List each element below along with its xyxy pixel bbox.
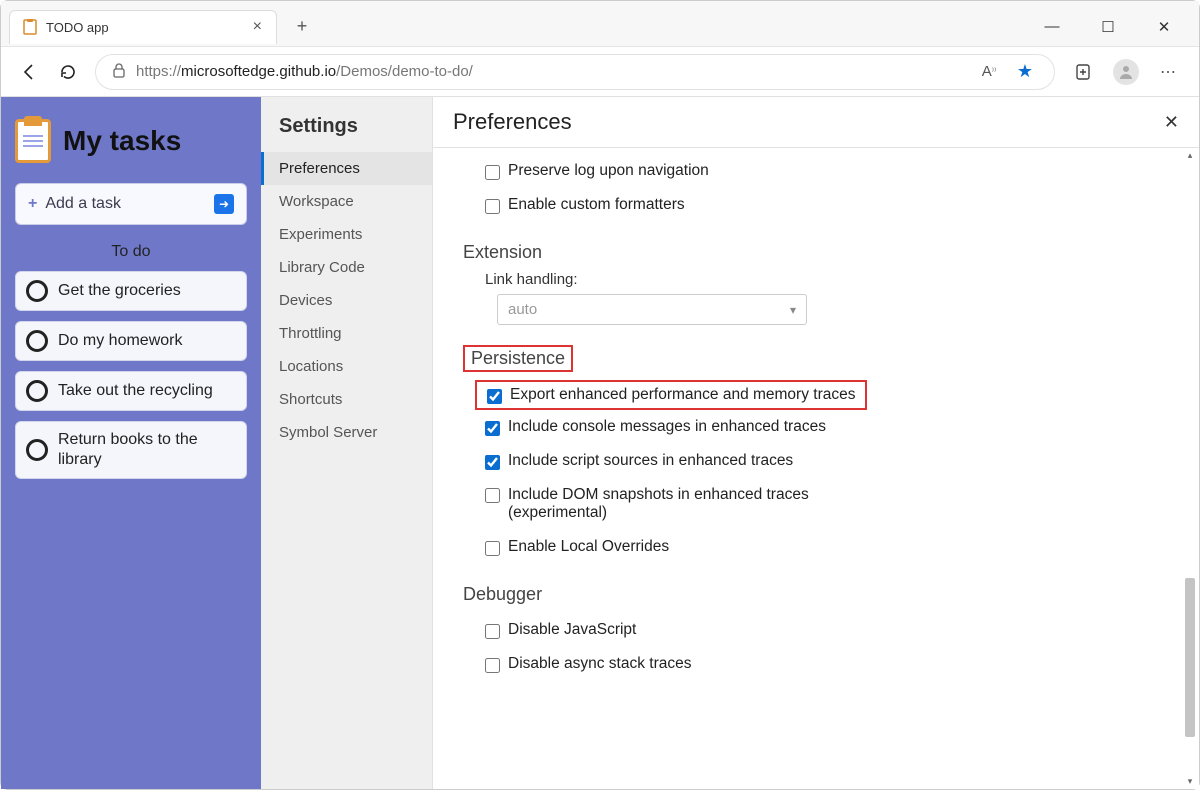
preferences-title: Preferences [453,109,572,135]
close-panel-button[interactable]: ✕ [1164,112,1179,133]
close-window-button[interactable]: ✕ [1149,18,1179,36]
address-bar[interactable]: https://microsoftedge.github.io/Demos/de… [95,54,1055,90]
task-circle-icon[interactable] [26,280,48,302]
tab-favicon-icon [22,19,38,35]
sidebar-item-symbol-server[interactable]: Symbol Server [261,416,432,449]
clipboard-icon [15,119,51,163]
section-extension: Extension [463,242,1169,263]
page-content: My tasks + Add a task ➜ To do Get the gr… [1,97,1199,789]
scroll-thumb[interactable] [1185,578,1195,737]
add-task-label: Add a task [45,195,121,213]
profile-avatar[interactable] [1113,59,1139,85]
browser-tab[interactable]: TODO app × [9,10,277,44]
read-aloud-icon[interactable]: A⁾⁾ [976,59,1002,85]
check-include-scripts[interactable]: Include script sources in enhanced trace… [463,444,1169,478]
url-text: https://microsoftedge.github.io/Demos/de… [136,63,473,80]
close-tab-icon[interactable]: × [251,18,264,36]
link-handling-label: Link handling: [485,271,1169,288]
tab-title: TODO app [46,20,243,35]
sidebar-item-experiments[interactable]: Experiments [261,218,432,251]
maximize-button[interactable]: ☐ [1093,18,1123,36]
sidebar-item-library-code[interactable]: Library Code [261,251,432,284]
task-item[interactable]: Get the groceries [15,271,247,311]
check-include-console[interactable]: Include console messages in enhanced tra… [463,410,1169,444]
add-task-input[interactable]: + Add a task ➜ [15,183,247,225]
favorite-star-icon[interactable]: ★ [1012,59,1038,85]
check-preserve-log[interactable]: Preserve log upon navigation [463,154,1169,188]
todo-heading: To do [15,243,247,261]
section-debugger: Debugger [463,584,1169,605]
task-item[interactable]: Take out the recycling [15,371,247,411]
sidebar-item-shortcuts[interactable]: Shortcuts [261,383,432,416]
check-local-overrides[interactable]: Enable Local Overrides [463,530,1169,564]
task-circle-icon[interactable] [26,439,48,461]
task-item[interactable]: Do my homework [15,321,247,361]
sidebar-item-devices[interactable]: Devices [261,284,432,317]
scroll-up-icon[interactable]: ▴ [1183,148,1197,162]
todo-app-pane: My tasks + Add a task ➜ To do Get the gr… [1,97,261,789]
link-handling-select[interactable]: auto ▾ [497,294,807,325]
back-button[interactable] [19,61,41,83]
minimize-button[interactable]: — [1037,18,1067,36]
task-item[interactable]: Return books to the library [15,421,247,479]
more-menu-icon[interactable]: ⋯ [1155,59,1181,85]
sidebar-item-workspace[interactable]: Workspace [261,185,432,218]
app-title: My tasks [63,125,181,157]
check-disable-js[interactable]: Disable JavaScript [463,613,1169,647]
new-tab-button[interactable]: + [287,12,317,42]
submit-arrow-icon[interactable]: ➜ [214,194,234,214]
check-disable-async-stack[interactable]: Disable async stack traces [463,647,1169,681]
collections-icon[interactable] [1071,59,1097,85]
section-persistence: Persistence [463,345,573,372]
refresh-button[interactable] [57,61,79,83]
settings-sidebar: Settings Preferences Workspace Experimen… [261,97,433,789]
chevron-down-icon: ▾ [790,303,796,317]
check-include-dom-snapshots[interactable]: Include DOM snapshots in enhanced traces… [463,478,1169,530]
browser-tab-bar: TODO app × + — ☐ ✕ [1,1,1199,47]
scroll-down-icon[interactable]: ▾ [1183,774,1197,788]
window-controls: — ☐ ✕ [1037,18,1191,36]
scroll-track[interactable] [1183,162,1197,774]
lock-icon [112,62,126,82]
sidebar-item-throttling[interactable]: Throttling [261,317,432,350]
plus-icon: + [28,195,37,213]
browser-toolbar: https://microsoftedge.github.io/Demos/de… [1,47,1199,97]
task-circle-icon[interactable] [26,330,48,352]
preferences-panel: Preferences ✕ Preserve log upon navigati… [433,97,1199,789]
settings-heading: Settings [261,115,432,138]
scrollbar[interactable]: ▴ ▾ [1183,148,1197,788]
task-circle-icon[interactable] [26,380,48,402]
sidebar-item-preferences[interactable]: Preferences [261,152,432,185]
sidebar-item-locations[interactable]: Locations [261,350,432,383]
check-custom-formatters[interactable]: Enable custom formatters [463,188,1169,222]
check-export-enhanced-traces[interactable]: Export enhanced performance and memory t… [475,380,867,410]
